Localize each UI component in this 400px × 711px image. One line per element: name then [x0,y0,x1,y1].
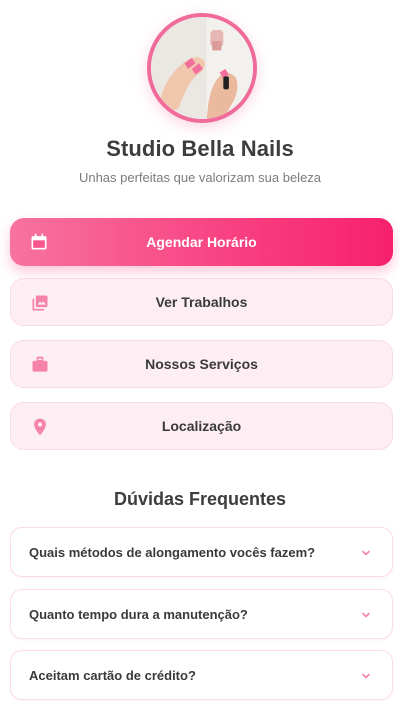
book-appointment-button[interactable]: Agendar Horário [10,218,393,266]
profile-avatar [147,13,257,123]
chevron-down-icon [362,673,370,679]
book-appointment-label: Agendar Horário [146,234,257,250]
faq-item[interactable]: Aceitam cartão de crédito? [10,650,393,700]
location-label: Localização [161,418,242,434]
manicure-photo [151,17,253,119]
view-work-button[interactable]: Ver Trabalhos [10,278,393,326]
chevron-down-icon [362,550,370,556]
view-work-label: Ver Trabalhos [155,294,248,310]
chevron-down-icon [362,612,370,618]
our-services-button[interactable]: Nossos Serviços [10,340,393,388]
calendar-icon [31,233,47,250]
faq-item[interactable]: Quanto tempo dura a manutenção? [10,589,393,639]
page-title: Studio Bella Nails [106,136,294,161]
our-services-label: Nossos Serviços [145,356,258,372]
faq-item[interactable]: Quais métodos de alongamento vocês fazem… [10,527,393,577]
location-pin-icon [34,418,46,436]
location-button[interactable]: Localização [10,402,393,450]
faq-heading: Dúvidas Frequentes [113,489,287,509]
page-subtitle: Unhas perfeitas que valorizam sua beleza [78,170,322,185]
faq-question: Quanto tempo dura a manutenção? [29,606,248,622]
faq-question: Aceitam cartão de crédito? [29,667,196,683]
briefcase-icon [32,356,48,372]
faq-question: Quais métodos de alongamento vocês fazem… [29,544,316,560]
gallery-icon [32,295,48,311]
